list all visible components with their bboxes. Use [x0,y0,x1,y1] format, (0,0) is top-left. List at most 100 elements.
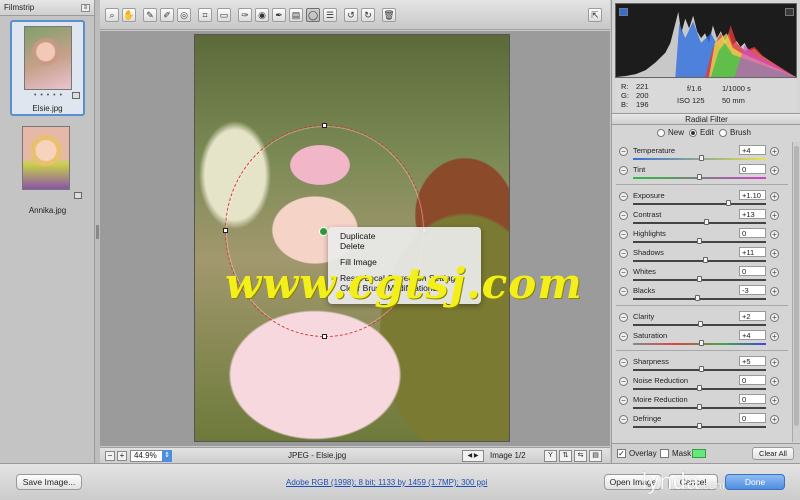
slider-value-input[interactable]: +4 [739,145,766,155]
slider-value-input[interactable]: 0 [739,266,766,276]
toggle-view-icon[interactable]: ▤ [589,450,602,462]
plus-icon[interactable]: + [770,192,779,201]
chevron-down-icon[interactable]: ⇕ [162,450,172,462]
slider-knob[interactable] [704,219,710,225]
slider-track[interactable] [633,260,766,262]
mask-checkbox[interactable] [660,449,669,458]
minus-icon[interactable]: − [619,268,628,277]
slider-value-input[interactable]: +5 [739,356,766,366]
copy-settings-icon[interactable]: ⇆ [574,450,587,462]
ellipse-handle-top[interactable] [322,123,327,128]
minus-icon[interactable]: − [619,396,628,405]
rating-dots[interactable]: • • • • • [34,92,63,99]
plus-icon[interactable]: + [770,287,779,296]
targeted-adjustment-icon[interactable]: ◎ [177,8,191,22]
hand-icon[interactable]: ✋ [122,8,136,22]
filmstrip-item-elsie[interactable]: • • • • • Elsie.jpg [10,20,85,116]
plus-icon[interactable]: + [770,211,779,220]
mode-edit-radio[interactable] [689,129,697,137]
rotate-left-icon[interactable]: ↺ [344,8,358,22]
filmstrip-item-annika[interactable]: Annika.jpg [10,122,85,216]
adjustment-brush-icon[interactable]: ✒ [272,8,286,22]
minus-icon[interactable]: − [619,211,628,220]
slider-knob[interactable] [699,155,705,161]
workflow-options-link[interactable]: Adobe RGB (1998); 8 bit; 1133 by 1459 (1… [286,478,487,487]
slider-value-input[interactable]: 0 [739,413,766,423]
radial-filter-pin[interactable] [319,227,328,236]
filmstrip-menu-icon[interactable]: ≡ [81,3,90,12]
mask-label[interactable]: Mask [672,449,691,458]
minus-icon[interactable]: − [619,332,628,341]
plus-icon[interactable]: + [770,166,779,175]
slider-value-input[interactable]: +2 [739,311,766,321]
mode-edit-label[interactable]: Edit [700,128,714,137]
preferences-icon[interactable]: ☰ [323,8,337,22]
plus-icon[interactable]: + [770,230,779,239]
mode-new-label[interactable]: New [668,128,684,137]
minus-icon[interactable]: − [619,377,628,386]
ellipse-handle-left[interactable] [223,228,228,233]
slider-value-input[interactable]: 0 [739,394,766,404]
minus-icon[interactable]: − [619,287,628,296]
slider-knob[interactable] [696,276,702,282]
spot-removal-icon[interactable]: ✑ [238,8,252,22]
slider-knob[interactable] [725,200,731,206]
minus-icon[interactable]: − [619,230,628,239]
image-canvas[interactable]: Duplicate Delete Fill Image Reset Local … [100,31,610,446]
slider-value-input[interactable]: +1.10 [739,190,766,200]
slider-knob[interactable] [695,295,701,301]
ellipse-handle-bottom[interactable] [322,334,327,339]
fullscreen-icon[interactable]: ⇱ [588,8,602,22]
slider-knob[interactable] [697,321,703,327]
slider-knob[interactable] [696,174,702,180]
slider-track[interactable] [633,203,766,205]
graduated-filter-icon[interactable]: ▤ [289,8,303,22]
slider-value-input[interactable]: 0 [739,375,766,385]
overlay-checkbox[interactable]: ✓ [617,449,626,458]
slider-knob[interactable] [696,404,702,410]
minus-icon[interactable]: − [619,192,628,201]
white-balance-icon[interactable]: ✎ [143,8,157,22]
zoom-in-button[interactable]: + [117,451,127,461]
mode-brush-radio[interactable] [719,129,727,137]
zoom-out-button[interactable]: − [105,451,115,461]
slider-knob[interactable] [696,238,702,244]
minus-icon[interactable]: − [619,249,628,258]
plus-icon[interactable]: + [770,415,779,424]
slider-knob[interactable] [696,385,702,391]
red-eye-icon[interactable]: ◉ [255,8,269,22]
done-button[interactable]: Done [725,474,785,490]
slider-knob[interactable] [699,366,705,372]
menu-item-duplicate[interactable]: Duplicate [328,231,481,241]
slider-value-input[interactable]: +11 [739,247,766,257]
slider-value-input[interactable]: -3 [739,285,766,295]
minus-icon[interactable]: − [619,358,628,367]
clear-all-button[interactable]: Clear All [752,447,794,460]
trash-icon[interactable]: 🗑 [382,8,396,22]
crop-icon[interactable]: ⌗ [198,8,212,22]
radial-filter-icon[interactable]: ◯ [306,8,320,22]
plus-icon[interactable]: + [770,358,779,367]
slider-value-input[interactable]: 0 [739,164,766,174]
slider-track[interactable] [633,222,766,224]
scrollbar-thumb[interactable] [794,146,799,426]
swap-settings-icon[interactable]: ⇅ [559,450,572,462]
slider-knob[interactable] [703,257,709,263]
minus-icon[interactable]: − [619,313,628,322]
plus-icon[interactable]: + [770,249,779,258]
image-nav-arrows[interactable]: ◀ ▶ [462,450,484,462]
mode-brush-label[interactable]: Brush [730,128,751,137]
mask-color-swatch[interactable] [692,449,706,458]
before-after-icon[interactable]: Y [544,450,557,462]
slider-value-input[interactable]: +4 [739,330,766,340]
slider-value-input[interactable]: 0 [739,228,766,238]
zoom-icon[interactable]: ⌕ [105,8,119,22]
plus-icon[interactable]: + [770,313,779,322]
slider-knob[interactable] [699,340,705,346]
plus-icon[interactable]: + [770,147,779,156]
minus-icon[interactable]: − [619,415,628,424]
panel-scrollbar[interactable] [792,142,800,442]
save-image-button[interactable]: Save Image... [16,474,82,490]
overlay-label[interactable]: Overlay [629,449,657,458]
plus-icon[interactable]: + [770,377,779,386]
